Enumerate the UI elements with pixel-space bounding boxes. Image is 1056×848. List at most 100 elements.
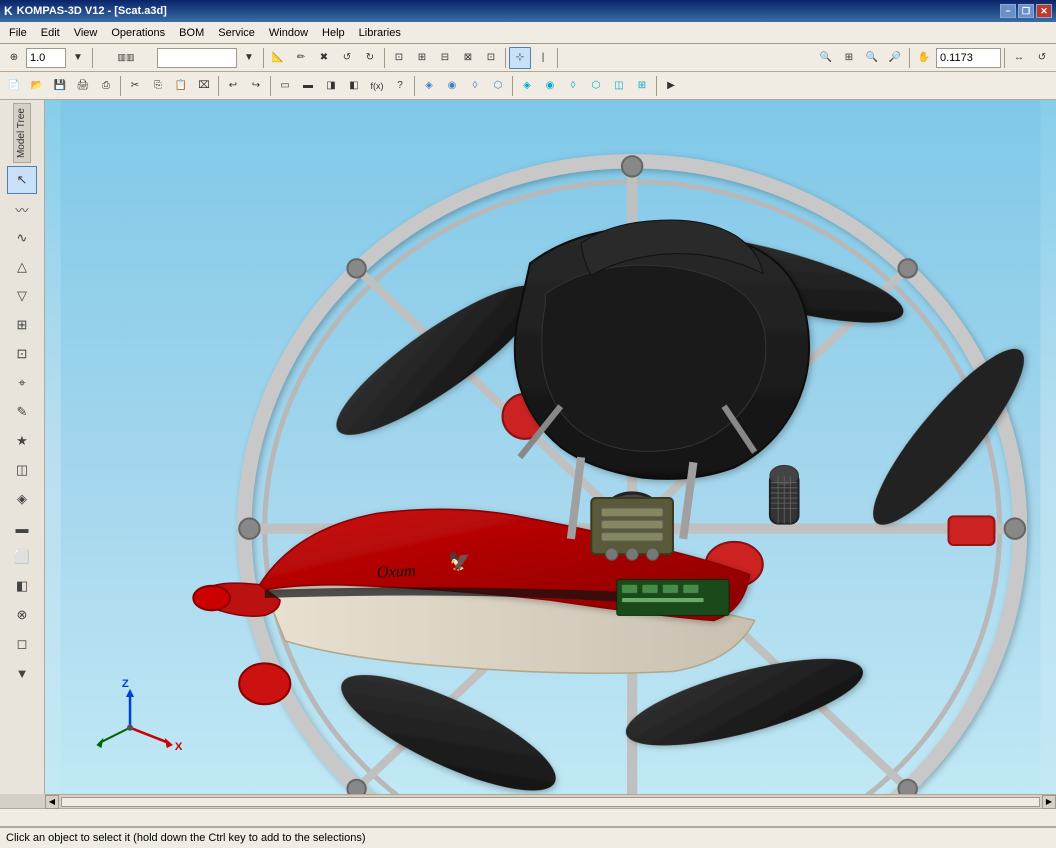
wireframe-btn[interactable]: ▭ <box>274 75 296 97</box>
move-tool-btn[interactable]: ⊕ <box>3 47 25 69</box>
sep2 <box>263 48 264 68</box>
sidebar-section-btn[interactable]: ⌖ <box>7 369 37 397</box>
render2-btn[interactable]: ◉ <box>441 75 463 97</box>
material-input[interactable] <box>157 48 237 68</box>
sketch-close-btn[interactable]: ✖ <box>313 47 335 69</box>
scale-input[interactable] <box>26 48 66 68</box>
coord-btn[interactable]: ⊹ <box>509 47 531 69</box>
menu-edit[interactable]: Edit <box>34 25 67 41</box>
sidebar-bend-btn[interactable]: ◧ <box>7 572 37 600</box>
sidebar-solid-btn[interactable]: ◈ <box>7 485 37 513</box>
sidebar-curve-btn[interactable]: ∿ <box>7 224 37 252</box>
sidebar-edit-btn[interactable]: ✎ <box>7 398 37 426</box>
undo-btn[interactable]: ↩ <box>222 75 244 97</box>
hidden-btn[interactable]: ▬ <box>297 75 319 97</box>
zoom-out-btn[interactable]: 🔎 <box>884 47 906 69</box>
restore-button[interactable]: ❐ <box>1018 4 1034 18</box>
menu-bom[interactable]: BOM <box>172 25 211 41</box>
sep6 <box>909 48 910 68</box>
open-btn[interactable]: 📂 <box>26 75 48 97</box>
shaded2-btn[interactable]: ◧ <box>343 75 365 97</box>
material-combo-btn[interactable]: ▼ <box>238 47 260 69</box>
sidebar-layer-btn[interactable]: ◫ <box>7 456 37 484</box>
sidebar-plane-btn[interactable]: ▬ <box>7 514 37 542</box>
orient-btn[interactable]: ⊡ <box>388 47 410 69</box>
minimize-button[interactable]: − <box>1000 4 1016 18</box>
orient2-btn[interactable]: ⊞ <box>411 47 433 69</box>
arrow-right-btn[interactable]: ▶ <box>660 75 682 97</box>
zoom-value-input[interactable] <box>936 48 1001 68</box>
close-button[interactable]: ✕ <box>1036 4 1052 18</box>
sidebar-measure-btn[interactable]: ⊡ <box>7 340 37 368</box>
menu-file[interactable]: File <box>2 25 34 41</box>
display2-btn[interactable]: ◉ <box>539 75 561 97</box>
zoom-fit-btn[interactable]: ⊞ <box>838 47 860 69</box>
sidebar-filter-btn[interactable]: ▽ <box>7 282 37 310</box>
sketch-edit-btn[interactable]: ✏ <box>290 47 312 69</box>
scroll-track[interactable] <box>61 797 1040 807</box>
sidebar-select-btn[interactable]: ↖ <box>7 166 37 194</box>
sidebar-cube-btn[interactable]: ⬜ <box>7 543 37 571</box>
formula-btn[interactable]: f(x) <box>366 75 388 97</box>
scroll-right-btn[interactable]: ▶ <box>1042 795 1056 809</box>
sidebar-weld-btn[interactable]: ⊗ <box>7 601 37 629</box>
paste-btn[interactable]: 📋 <box>170 75 192 97</box>
menu-bar: File Edit View Operations BOM Service Wi… <box>0 22 1056 44</box>
display5-btn[interactable]: ◫ <box>608 75 630 97</box>
rotate2-btn[interactable]: ↻ <box>359 47 381 69</box>
menu-service[interactable]: Service <box>211 25 262 41</box>
material-btn[interactable]: ▥▥ <box>96 47 156 69</box>
display1-btn[interactable]: ◈ <box>516 75 538 97</box>
help-btn[interactable]: ? <box>389 75 411 97</box>
orient4-btn[interactable]: ⊠ <box>457 47 479 69</box>
redo-btn[interactable]: ↪ <box>245 75 267 97</box>
print-btn[interactable]: 🖨 <box>72 75 94 97</box>
sidebar-nav-btn[interactable]: ◻ <box>7 630 37 658</box>
render1-btn[interactable]: ◈ <box>418 75 440 97</box>
rotate-btn[interactable]: ↺ <box>336 47 358 69</box>
cut-btn[interactable]: ✂ <box>124 75 146 97</box>
zoom-in-btn[interactable]: 🔍 <box>861 47 883 69</box>
format-btn[interactable]: ⌧ <box>193 75 215 97</box>
zoom-region-btn[interactable]: 🔍 <box>815 47 837 69</box>
menu-window[interactable]: Window <box>262 25 315 41</box>
copy-btn[interactable]: ⎘ <box>147 75 169 97</box>
display4-btn[interactable]: ⬡ <box>585 75 607 97</box>
sidebar-3d-btn[interactable]: △ <box>7 253 37 281</box>
svg-text:Oxum: Oxum <box>376 561 416 582</box>
sep3 <box>384 48 385 68</box>
print2-btn[interactable]: ⎙ <box>95 75 117 97</box>
pan-btn[interactable]: ✋ <box>913 47 935 69</box>
display6-btn[interactable]: ⊞ <box>631 75 653 97</box>
orient3-btn[interactable]: ⊟ <box>434 47 456 69</box>
sidebar-star-btn[interactable]: ★ <box>7 427 37 455</box>
menu-libraries[interactable]: Libraries <box>352 25 408 41</box>
scroll-left-btn[interactable]: ◀ <box>45 795 59 809</box>
sidebar-grid-btn[interactable]: ⊞ <box>7 311 37 339</box>
3d-viewport[interactable]: Oxum 🦅 <box>45 100 1056 794</box>
coord2-btn[interactable]: | <box>532 47 554 69</box>
render3-btn[interactable]: ◊ <box>464 75 486 97</box>
new-doc-btn[interactable]: 📄 <box>3 75 25 97</box>
sidebar-sketch-btn[interactable]: 〰 <box>7 195 37 223</box>
sidebar-down-btn[interactable]: ▼ <box>7 659 37 687</box>
shaded-btn[interactable]: ◨ <box>320 75 342 97</box>
model-tree-tab[interactable]: Model Tree <box>13 103 31 163</box>
sep9 <box>218 76 219 96</box>
menu-operations[interactable]: Operations <box>104 25 172 41</box>
svg-text:Z: Z <box>122 678 129 690</box>
rotate-3d2-btn[interactable]: ↺ <box>1031 47 1053 69</box>
save-btn[interactable]: 💾 <box>49 75 71 97</box>
display3-btn[interactable]: ◊ <box>562 75 584 97</box>
menu-help[interactable]: Help <box>315 25 352 41</box>
menu-view[interactable]: View <box>67 25 105 41</box>
3d-model: Oxum 🦅 <box>45 100 1056 794</box>
horizontal-scrollbar[interactable]: ◀ ▶ <box>45 794 1056 808</box>
scale-down-btn[interactable]: ▼ <box>67 47 89 69</box>
title-bar-controls[interactable]: − ❐ ✕ <box>1000 4 1052 18</box>
orient5-btn[interactable]: ⊡ <box>480 47 502 69</box>
sep5 <box>557 48 558 68</box>
render4-btn[interactable]: ⬡ <box>487 75 509 97</box>
rotate-3d-btn[interactable]: ↔ <box>1008 47 1030 69</box>
sketch-new-btn[interactable]: 📐 <box>267 47 289 69</box>
